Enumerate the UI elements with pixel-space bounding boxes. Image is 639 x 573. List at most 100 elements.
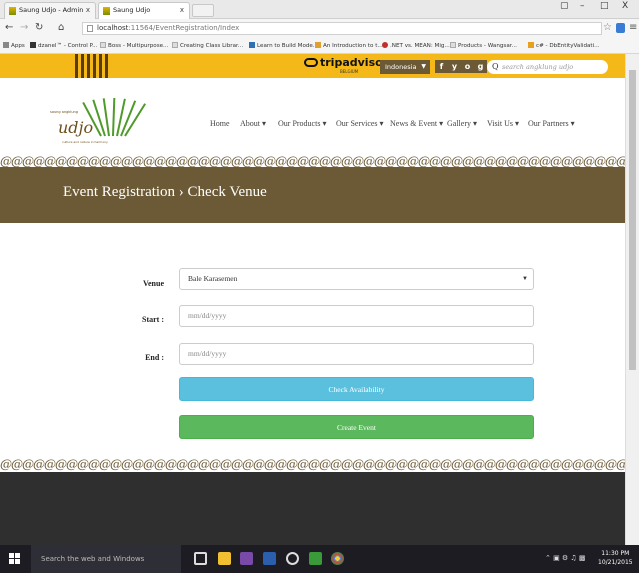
apps-grid-icon	[3, 42, 9, 48]
minimize-button[interactable]: –	[580, 1, 585, 11]
browser-tab-bar: Saung Udjo - Admin x Saung Udjo x ▢ – □ …	[0, 0, 639, 19]
close-tab-icon[interactable]: x	[180, 3, 184, 18]
word-icon[interactable]	[263, 552, 276, 565]
back-arrow-icon[interactable]: ←	[5, 22, 13, 34]
taskbar-search-input[interactable]: Search the web and Windows	[31, 545, 181, 573]
nav-about[interactable]: About ▾	[240, 119, 266, 128]
bookmark-item[interactable]: dzanel™ - Control P...	[30, 42, 97, 49]
caret-down-icon: ▼	[421, 63, 426, 70]
nav-news-event[interactable]: News & Event ▾	[390, 119, 443, 128]
bookmark-favicon-icon	[249, 42, 255, 48]
bookmark-favicon-icon	[30, 42, 36, 48]
caret-down-icon: ▼	[522, 276, 528, 282]
nav-our-products[interactable]: Our Products ▾	[278, 119, 326, 128]
venue-select[interactable]: Bale Karasemen ▼	[179, 268, 534, 290]
bookmark-apps[interactable]: Apps	[3, 42, 25, 49]
end-date-input[interactable]: mm/dd/yyyy	[179, 343, 534, 365]
bookmarks-bar: Apps dzanel™ - Control P... Boss - Multi…	[0, 38, 639, 54]
file-explorer-icon[interactable]	[218, 552, 231, 565]
scrollbar-thumb[interactable]	[629, 70, 636, 370]
clock[interactable]: 11:30 PM 10/21/2015	[598, 549, 633, 567]
url-path: :11564/EventRegistration/Index	[128, 24, 240, 32]
nav-home[interactable]: Home	[210, 119, 230, 128]
logo-small-bottom: culture and nature in harmony	[62, 140, 108, 144]
menu-icon[interactable]: ≡	[629, 22, 637, 33]
nav-visit-us[interactable]: Visit Us ▾	[487, 119, 519, 128]
task-view-icon[interactable]	[194, 552, 207, 565]
twitter-icon[interactable]: y	[448, 60, 461, 73]
page-icon	[172, 42, 178, 48]
check-availability-button[interactable]: Check Availability	[179, 377, 534, 401]
logo-small-top: saung angklung	[50, 110, 78, 114]
windows-start-icon[interactable]	[9, 553, 21, 565]
user-icon[interactable]: ▢	[560, 1, 569, 11]
bookmark-item[interactable]: An Introduction to t...	[315, 42, 383, 49]
bookmark-item[interactable]: Products - Wangsar...	[450, 42, 517, 49]
instagram-icon[interactable]: g	[474, 60, 487, 73]
close-window-button[interactable]: X	[622, 1, 628, 11]
maximize-button[interactable]: □	[600, 1, 609, 11]
top-strip: tripadvisor BELGIUM Indonesia ▼ f y o g …	[0, 54, 625, 78]
site-footer	[0, 472, 625, 545]
page-icon	[87, 25, 93, 32]
bookmark-favicon-icon	[315, 42, 321, 48]
forward-arrow-icon[interactable]: →	[20, 22, 28, 34]
page-scrollbar[interactable]	[625, 54, 639, 545]
bookmark-item[interactable]: c# - DbEntityValidati...	[528, 42, 600, 49]
venue-label: Venue	[142, 279, 164, 288]
reload-icon[interactable]: ↻	[35, 22, 43, 34]
windows-taskbar: Search the web and Windows ⌃ ▣ ⚙ ♫ ▩ 11:…	[0, 545, 639, 573]
close-tab-icon[interactable]: x	[86, 3, 90, 18]
site-logo[interactable]: saung angklung udjo culture and nature i…	[48, 97, 146, 148]
app-icon[interactable]	[309, 552, 322, 565]
owl-icon	[304, 58, 318, 67]
nav-our-partners[interactable]: Our Partners ▾	[528, 119, 575, 128]
end-label: End :	[145, 353, 164, 362]
create-event-button[interactable]: Create Event	[179, 415, 534, 439]
bamboo-decoration	[75, 54, 78, 78]
bamboo-decoration	[87, 54, 90, 78]
language-select[interactable]: Indonesia ▼	[380, 60, 430, 74]
url-input[interactable]: localhost:11564/EventRegistration/Index	[82, 22, 602, 35]
home-icon[interactable]: ⌂	[58, 22, 64, 34]
nav-gallery[interactable]: Gallery ▾	[447, 119, 477, 128]
page-viewport: tripadvisor BELGIUM Indonesia ▼ f y o g …	[0, 54, 625, 545]
bookmark-item[interactable]: Learn to Build Mode...	[249, 42, 318, 49]
bamboo-decoration	[105, 54, 108, 78]
nav-our-services[interactable]: Our Services ▾	[336, 119, 384, 128]
tab-saung-udjo[interactable]: Saung Udjo x	[98, 2, 190, 19]
extension-icon[interactable]	[616, 23, 625, 33]
bookmark-favicon-icon	[382, 42, 388, 48]
bookmark-item[interactable]: Creating Class Librar...	[172, 42, 243, 49]
page-icon	[450, 42, 456, 48]
chrome-icon[interactable]	[331, 552, 344, 565]
visual-studio-icon[interactable]	[240, 552, 253, 565]
page-title: Event Registration › Check Venue	[63, 184, 267, 200]
system-tray[interactable]: ⌃ ▣ ⚙ ♫ ▩	[545, 554, 586, 562]
site-favicon-icon	[103, 7, 110, 15]
bamboo-decoration	[81, 54, 84, 78]
site-search-input[interactable]: Q search angklung udjo	[487, 60, 608, 74]
bookmark-item[interactable]: .NET vs. MEAN: Mig...	[382, 42, 450, 49]
bookmark-item[interactable]: Boss - Multipurpose...	[100, 42, 168, 49]
bamboo-decoration	[93, 54, 96, 78]
youtube-icon[interactable]: o	[461, 60, 474, 73]
page-icon	[100, 42, 106, 48]
bookmark-star-icon[interactable]: ☆	[603, 22, 612, 33]
media-player-icon[interactable]	[286, 552, 299, 565]
page-banner: Event Registration › Check Venue	[0, 167, 625, 223]
tripadvisor-sub: BELGIUM	[340, 69, 359, 74]
decorative-pattern-bottom: @@@@@@@@@@@@@@@@@@@@@@@@@@@@@@@@@@@@@@@@…	[0, 459, 625, 471]
address-bar-row: ← → ↻ ⌂ localhost:11564/EventRegistratio…	[0, 19, 639, 38]
tab-admin[interactable]: Saung Udjo - Admin x	[4, 2, 96, 19]
facebook-icon[interactable]: f	[435, 60, 448, 73]
site-header: saung angklung udjo culture and nature i…	[0, 78, 625, 156]
bamboo-decoration	[99, 54, 102, 78]
tripadvisor-logo[interactable]: tripadvisor	[304, 56, 388, 69]
start-date-input[interactable]: mm/dd/yyyy	[179, 305, 534, 327]
logo-word: udjo	[58, 118, 94, 137]
new-tab-button[interactable]	[192, 4, 214, 17]
url-host: localhost	[97, 24, 129, 32]
tab-label: Saung Udjo - Admin	[19, 6, 84, 14]
tab-label: Saung Udjo	[113, 6, 151, 14]
